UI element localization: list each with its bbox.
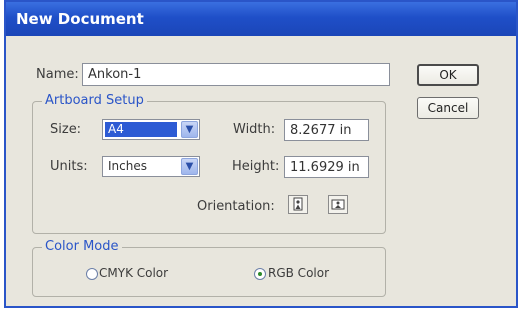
artboard-setup-title: Artboard Setup [42,93,147,108]
chevron-down-icon[interactable]: ▼ [181,158,198,175]
name-label: Name: [36,67,79,82]
height-label: Height: [232,159,280,174]
cancel-button[interactable]: Cancel [417,97,479,119]
ok-button[interactable]: OK [417,64,479,86]
name-input[interactable] [82,63,390,86]
landscape-icon [331,199,345,210]
radio-selected-dot [258,272,262,276]
title-bar: New Document [6,2,516,36]
height-input[interactable] [284,156,369,178]
dialog-title: New Document [16,10,144,28]
size-dropdown[interactable]: A4 ▼ [102,119,200,140]
cmyk-radio[interactable] [86,268,98,280]
size-value: A4 [105,122,177,137]
width-input[interactable] [284,119,369,141]
landscape-orientation-button[interactable] [328,195,348,214]
orientation-label: Orientation: [197,199,275,214]
units-dropdown[interactable]: Inches ▼ [102,156,200,177]
units-value: Inches [108,159,147,173]
units-label: Units: [50,159,88,174]
rgb-label[interactable]: RGB Color [268,266,329,280]
chevron-down-icon[interactable]: ▼ [181,121,198,138]
color-mode-title: Color Mode [42,239,122,254]
width-label: Width: [233,122,276,137]
portrait-orientation-button[interactable] [288,195,308,214]
rgb-radio[interactable] [254,268,266,280]
new-document-dialog: New Document Name: OK Cancel Artboard Se… [4,0,518,308]
cmyk-label[interactable]: CMYK Color [99,266,168,280]
size-label: Size: [50,122,82,137]
portrait-icon [293,197,303,211]
